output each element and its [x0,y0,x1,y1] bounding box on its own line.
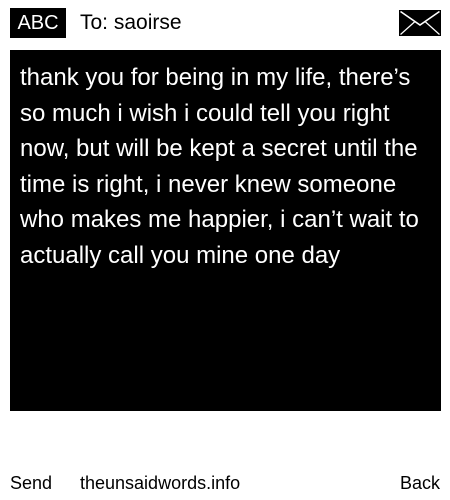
message-text: thank you for being in my life, there’s … [20,64,419,269]
input-mode-badge: ABC [10,8,66,38]
message-header: ABC To: saoirse [0,0,450,48]
site-link: theunsaidwords.info [80,473,241,493]
message-body-box[interactable]: thank you for being in my life, there’s … [10,50,441,411]
to-label: To: [80,11,109,34]
recipient-line: To: saoirse [80,8,182,38]
send-button[interactable]: Send [10,468,52,498]
back-button[interactable]: Back [400,468,440,498]
softkey-bar: Send theunsaidwords.info Back [0,468,450,498]
phone-message-screen: ABC To: saoirse thank you for being in m… [0,0,450,500]
envelope-icon [399,10,441,36]
recipient-name: saoirse [113,11,182,34]
